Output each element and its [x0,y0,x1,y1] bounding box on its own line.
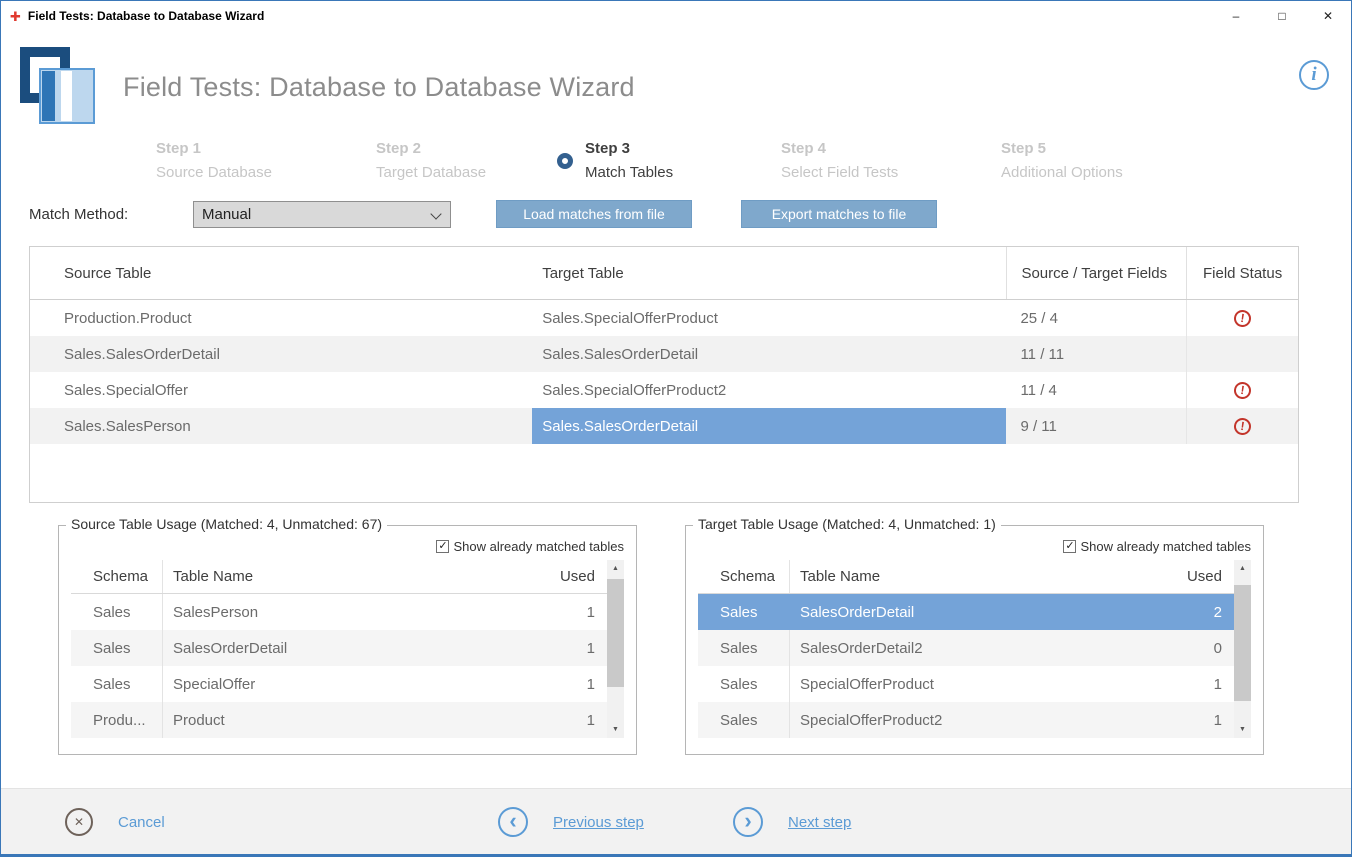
load-matches-button[interactable]: Load matches from file [496,200,692,228]
step-2-target-database: Step 2Target Database [376,137,486,185]
column-header-used[interactable]: Used [1178,568,1234,585]
field-status-cell: ! [1186,300,1298,336]
scrollbar-thumb[interactable] [607,579,624,687]
error-icon: ! [1233,380,1252,399]
column-header-used[interactable]: Used [551,568,607,585]
error-icon: ! [1233,416,1252,435]
previous-step-button[interactable]: ‹ Previous step [498,789,644,855]
list-item[interactable]: Sales SpecialOfferProduct 1 [698,666,1234,702]
step-1-source-database: Step 1Source Database [156,137,272,185]
fields-count-cell: 11 / 4 [1006,372,1186,408]
source-table-cell[interactable]: Sales.SalesOrderDetail [30,336,532,372]
list-item[interactable]: Produ... Product 1 [71,702,607,738]
chevron-down-icon [430,208,441,219]
list-item[interactable]: Sales SalesPerson 1 [71,594,607,630]
column-header-field-status[interactable]: Field Status [1186,247,1298,299]
list-item[interactable]: Sales SpecialOffer 1 [71,666,607,702]
fields-count-cell: 9 / 11 [1006,408,1186,444]
column-header-schema[interactable]: Schema [698,568,789,585]
show-matched-label[interactable]: Show already matched tables [1080,539,1251,554]
target-table-cell[interactable]: Sales.SalesOrderDetail [532,336,1006,372]
match-method-select[interactable]: Manual [193,201,451,228]
column-header-fields[interactable]: Source / Target Fields [1006,247,1186,299]
step-4-select-field-tests: Step 4Select Field Tests [781,137,898,185]
source-table-usage-group: Source Table Usage (Matched: 4, Unmatche… [58,525,637,755]
source-usage-title: Source Table Usage (Matched: 4, Unmatche… [66,516,387,532]
maximize-button[interactable]: □ [1259,1,1305,31]
minimize-button[interactable]: – [1213,1,1259,31]
target-table-usage-group: Target Table Usage (Matched: 4, Unmatche… [685,525,1264,755]
column-header-table-name[interactable]: Table Name [162,560,551,593]
match-method-label: Match Method: [29,206,193,223]
column-header-source-table[interactable]: Source Table [30,247,532,299]
scroll-up-icon[interactable]: ▲ [1234,560,1251,577]
list-item[interactable]: Sales SpecialOfferProduct2 1 [698,702,1234,738]
source-table-cell[interactable]: Sales.SpecialOffer [30,372,532,408]
scrollbar[interactable]: ▲ ▼ [607,560,624,738]
error-icon: ! [1233,308,1252,327]
list-item-selected[interactable]: Sales SalesOrderDetail 2 [698,594,1234,630]
list-item[interactable]: Sales SalesOrderDetail 1 [71,630,607,666]
close-button[interactable]: ✕ [1305,1,1351,31]
show-matched-checkbox[interactable]: ✓ [1063,540,1076,553]
scroll-down-icon[interactable]: ▼ [1234,721,1251,738]
scroll-down-icon[interactable]: ▼ [607,721,624,738]
table-row[interactable]: Sales.SalesPerson Sales.SalesOrderDetail… [30,408,1298,444]
match-table-header: Source Table Target Table Source / Targe… [30,247,1298,300]
target-table-cell-selected[interactable]: Sales.SalesOrderDetail [532,408,1006,444]
fields-count-cell: 11 / 11 [1006,336,1186,372]
source-table-cell[interactable]: Sales.SalesPerson [30,408,532,444]
show-matched-label[interactable]: Show already matched tables [453,539,624,554]
table-row[interactable]: Sales.SalesOrderDetail Sales.SalesOrderD… [30,336,1298,372]
previous-step-label[interactable]: Previous step [553,814,644,831]
chevron-right-icon[interactable]: › [733,807,763,837]
list-item[interactable]: Sales SalesOrderDetail2 0 [698,630,1234,666]
page-title: Field Tests: Database to Database Wizard [123,72,635,103]
next-step-label[interactable]: Next step [788,814,851,831]
window-title: Field Tests: Database to Database Wizard [28,9,264,23]
show-matched-checkbox[interactable]: ✓ [436,540,449,553]
scrollbar-thumb[interactable] [1234,585,1251,701]
step-5-additional-options: Step 5Additional Options [1001,137,1123,185]
target-table-cell[interactable]: Sales.SpecialOfferProduct [532,300,1006,336]
app-icon: ✚ [10,10,21,23]
scrollbar[interactable]: ▲ ▼ [1234,560,1251,738]
match-table: Source Table Target Table Source / Targe… [29,246,1299,503]
footer-bar: ✕ Cancel ‹ Previous step › Next step [1,788,1351,854]
app-logo-icon [17,44,97,131]
export-matches-button[interactable]: Export matches to file [741,200,937,228]
target-usage-title: Target Table Usage (Matched: 4, Unmatche… [693,516,1001,532]
usage-table-header: Schema Table Name Used [71,560,607,594]
column-header-target-table[interactable]: Target Table [532,247,1006,299]
next-step-button[interactable]: › Next step [733,789,851,855]
field-status-cell: ! [1186,408,1298,444]
app-window: ✚ Field Tests: Database to Database Wiza… [0,0,1352,857]
cancel-button[interactable]: ✕ Cancel [65,789,165,855]
match-method-value: Manual [202,206,251,223]
scroll-up-icon[interactable]: ▲ [607,560,624,577]
step-3-match-tables: Step 3Match Tables [557,137,673,185]
target-table-cell[interactable]: Sales.SpecialOfferProduct2 [532,372,1006,408]
cancel-icon[interactable]: ✕ [65,808,93,836]
field-status-cell [1186,336,1298,372]
cancel-label[interactable]: Cancel [118,814,165,831]
title-bar: ✚ Field Tests: Database to Database Wiza… [1,1,1351,31]
field-status-cell: ! [1186,372,1298,408]
column-header-schema[interactable]: Schema [71,568,162,585]
column-header-table-name[interactable]: Table Name [789,560,1178,593]
source-table-cell[interactable]: Production.Product [30,300,532,336]
table-row[interactable]: Sales.SpecialOffer Sales.SpecialOfferPro… [30,372,1298,408]
current-step-circle-icon [557,153,573,169]
table-row[interactable]: Production.Product Sales.SpecialOfferPro… [30,300,1298,336]
usage-table-header: Schema Table Name Used [698,560,1234,594]
fields-count-cell: 25 / 4 [1006,300,1186,336]
info-icon[interactable]: i [1299,60,1329,90]
step-indicator: Step 1Source Database Step 2Target Datab… [1,133,1351,187]
chevron-left-icon[interactable]: ‹ [498,807,528,837]
